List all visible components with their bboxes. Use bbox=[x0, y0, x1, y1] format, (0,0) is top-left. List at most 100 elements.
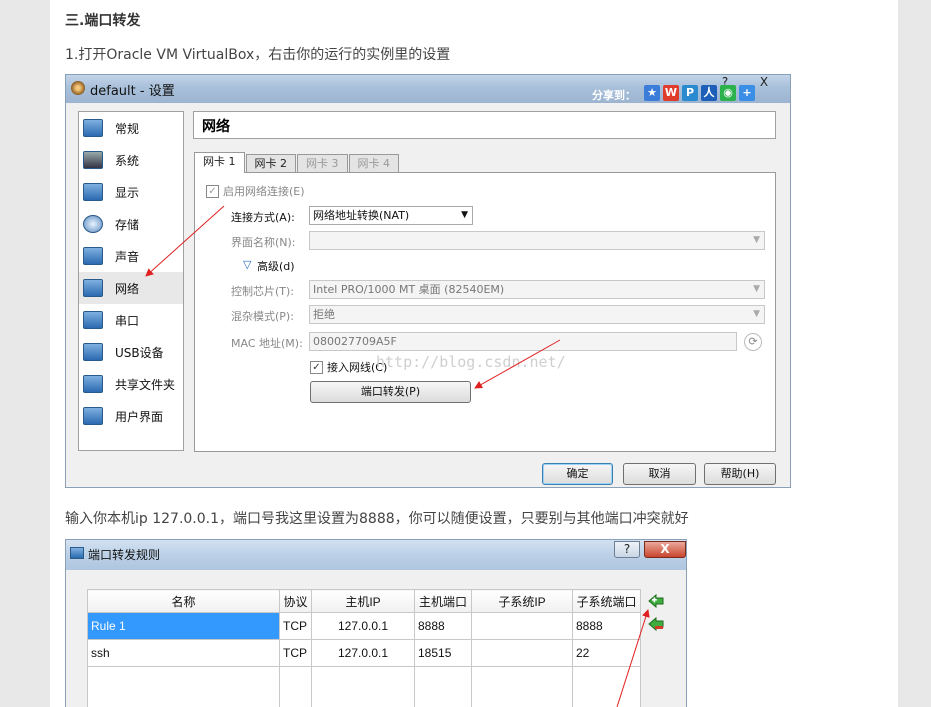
settings-titlebar: default - 设置 ? X 分享到： ★ W P 人 ◉ + bbox=[66, 75, 790, 103]
sidebar-item-label: 声音 bbox=[115, 249, 140, 264]
cell-host-ip[interactable]: 127.0.0.1 bbox=[311, 639, 415, 667]
close-title-button[interactable]: X bbox=[644, 541, 686, 558]
remove-rule-icon[interactable] bbox=[648, 617, 664, 631]
sidebar-item-general[interactable]: 常规 bbox=[79, 112, 183, 144]
sidebar-item-shared-folders[interactable]: 共享文件夹 bbox=[79, 368, 183, 400]
disk-icon bbox=[83, 215, 103, 233]
cell-host-port[interactable]: 18515 bbox=[414, 639, 472, 667]
promiscuous-label: 混杂模式(P): bbox=[231, 310, 294, 323]
dropdown-arrow-icon: ▼ bbox=[753, 309, 760, 319]
port-window-title: 端口转发规则 bbox=[88, 548, 161, 562]
cable-connected-checkbox[interactable]: ✓ bbox=[310, 361, 323, 374]
column-header-host-ip[interactable]: 主机IP bbox=[311, 589, 415, 613]
cell-protocol[interactable]: TCP bbox=[279, 612, 312, 640]
ok-button[interactable]: 确定 bbox=[542, 463, 613, 485]
network-panel: ✓ 启用网络连接(E) 连接方式(A): 网络地址转换(NAT) ▼ 界面名称(N… bbox=[194, 172, 776, 452]
cell-host-port[interactable]: 8888 bbox=[414, 612, 472, 640]
sidebar-item-label: 系统 bbox=[115, 153, 140, 168]
settings-window-title: default - 设置 bbox=[90, 84, 175, 99]
adapter-type-select[interactable]: Intel PRO/1000 MT 桌面 (82540EM) ▼ bbox=[309, 280, 765, 299]
section-heading: 三.端口转发 bbox=[65, 13, 141, 29]
tencent-share-icon[interactable]: P bbox=[682, 85, 698, 101]
column-header-guest-port[interactable]: 子系统端口 bbox=[572, 589, 641, 613]
network-icon bbox=[83, 279, 103, 297]
column-header-name[interactable]: 名称 bbox=[87, 589, 280, 613]
display-icon bbox=[83, 183, 103, 201]
sidebar-item-serial[interactable]: 串口 bbox=[79, 304, 183, 336]
adapter-type-value: Intel PRO/1000 MT 桌面 (82540EM) bbox=[313, 283, 505, 296]
cell-host-ip[interactable]: 127.0.0.1 bbox=[311, 612, 415, 640]
close-title-button[interactable]: X bbox=[752, 75, 776, 89]
tab-adapter-4[interactable]: 网卡 4 bbox=[348, 154, 399, 173]
cell-guest-ip[interactable] bbox=[471, 612, 573, 640]
monitor-icon bbox=[83, 119, 103, 137]
serial-port-icon bbox=[83, 311, 103, 329]
add-rule-icon[interactable] bbox=[648, 594, 664, 608]
more-share-icon[interactable]: + bbox=[739, 85, 755, 101]
table-row[interactable]: Rule 1 TCP 127.0.0.1 8888 8888 bbox=[87, 612, 641, 640]
share-label: 分享到： bbox=[592, 89, 636, 102]
sidebar-item-usb[interactable]: USB设备 bbox=[79, 336, 183, 368]
promiscuous-value: 拒绝 bbox=[313, 308, 335, 321]
column-header-host-port[interactable]: 主机端口 bbox=[414, 589, 472, 613]
rules-table: 名称 协议 主机IP 主机端口 子系统IP 子系统端口 Rule 1 TCP 1… bbox=[87, 589, 641, 707]
mac-input[interactable]: 080027709A5F bbox=[309, 332, 737, 351]
promiscuous-select[interactable]: 拒绝 ▼ bbox=[309, 305, 765, 324]
weibo-share-icon[interactable]: W bbox=[663, 85, 679, 101]
cell-name[interactable]: Rule 1 bbox=[87, 612, 280, 640]
sidebar-item-label: 串口 bbox=[115, 313, 140, 328]
article-page: 三.端口转发 1.打开Oracle VM VirtualBox，右击你的运行的实… bbox=[50, 0, 898, 707]
dropdown-arrow-icon: ▼ bbox=[753, 235, 760, 245]
sidebar-item-label: 显示 bbox=[115, 185, 140, 200]
settings-window: default - 设置 ? X 分享到： ★ W P 人 ◉ + 常规 系统 … bbox=[65, 74, 791, 488]
enable-adapter-label: 启用网络连接(E) bbox=[223, 185, 305, 198]
folder-icon bbox=[83, 375, 103, 393]
column-header-protocol[interactable]: 协议 bbox=[279, 589, 312, 613]
tab-adapter-2[interactable]: 网卡 2 bbox=[245, 154, 296, 173]
cell-protocol[interactable]: TCP bbox=[279, 639, 312, 667]
adapter-type-label: 控制芯片(T): bbox=[231, 285, 295, 298]
help-button[interactable]: 帮助(H) bbox=[704, 463, 776, 485]
tab-adapter-1[interactable]: 网卡 1 bbox=[194, 152, 245, 173]
table-header-row: 名称 协议 主机IP 主机端口 子系统IP 子系统端口 bbox=[87, 589, 641, 613]
advanced-label[interactable]: 高级(d) bbox=[257, 258, 295, 274]
column-header-guest-ip[interactable]: 子系统IP bbox=[471, 589, 573, 613]
refresh-mac-icon[interactable]: ⟳ bbox=[744, 333, 762, 351]
sidebar-item-system[interactable]: 系统 bbox=[79, 144, 183, 176]
sidebar-item-label: 存储 bbox=[115, 217, 140, 232]
sidebar-item-label: 共享文件夹 bbox=[115, 377, 176, 392]
enable-adapter-checkbox[interactable]: ✓ bbox=[206, 185, 219, 198]
sidebar-item-display[interactable]: 显示 bbox=[79, 176, 183, 208]
virtualbox-app-icon bbox=[70, 547, 84, 559]
advanced-triangle-icon[interactable]: ▽ bbox=[243, 258, 251, 271]
renren-share-icon[interactable]: 人 bbox=[701, 85, 717, 101]
cancel-button[interactable]: 取消 bbox=[623, 463, 696, 485]
table-row[interactable]: ssh TCP 127.0.0.1 18515 22 bbox=[87, 639, 641, 667]
cell-guest-ip[interactable] bbox=[471, 639, 573, 667]
name-select[interactable]: ▼ bbox=[309, 231, 765, 250]
attach-label: 连接方式(A): bbox=[231, 211, 295, 224]
wechat-share-icon[interactable]: ◉ bbox=[720, 85, 736, 101]
qzone-share-icon[interactable]: ★ bbox=[644, 85, 660, 101]
tab-adapter-3[interactable]: 网卡 3 bbox=[297, 154, 348, 173]
sidebar-item-user-interface[interactable]: 用户界面 bbox=[79, 400, 183, 432]
sidebar-item-storage[interactable]: 存储 bbox=[79, 208, 183, 240]
attach-select-value: 网络地址转换(NAT) bbox=[313, 209, 410, 222]
sidebar-item-network[interactable]: 网络 bbox=[79, 272, 183, 304]
sidebar-item-label: 常规 bbox=[115, 121, 140, 136]
step2-text: 输入你本机ip 127.0.0.1，端口号我这里设置为8888，你可以随便设置，… bbox=[65, 511, 689, 527]
mac-label: MAC 地址(M): bbox=[231, 337, 303, 350]
virtualbox-app-icon bbox=[71, 81, 85, 95]
sidebar-item-label: 网络 bbox=[115, 281, 140, 296]
settings-sidebar: 常规 系统 显示 存储 声音 网络 串口 USB设备 共享文件夹 用户界面 bbox=[78, 111, 184, 451]
cell-name[interactable]: ssh bbox=[87, 639, 280, 667]
share-icons: ★ W P 人 ◉ + bbox=[644, 85, 755, 101]
cell-guest-port[interactable]: 22 bbox=[572, 639, 641, 667]
port-forwarding-button[interactable]: 端口转发(P) bbox=[310, 381, 471, 403]
adapter-tabs: 网卡 1 网卡 2 网卡 3 网卡 4 bbox=[194, 152, 400, 173]
cell-guest-port[interactable]: 8888 bbox=[572, 612, 641, 640]
help-title-button[interactable]: ? bbox=[614, 541, 640, 558]
section-title: 网络 bbox=[193, 111, 776, 139]
sidebar-item-audio[interactable]: 声音 bbox=[79, 240, 183, 272]
attach-select[interactable]: 网络地址转换(NAT) ▼ bbox=[309, 206, 473, 225]
